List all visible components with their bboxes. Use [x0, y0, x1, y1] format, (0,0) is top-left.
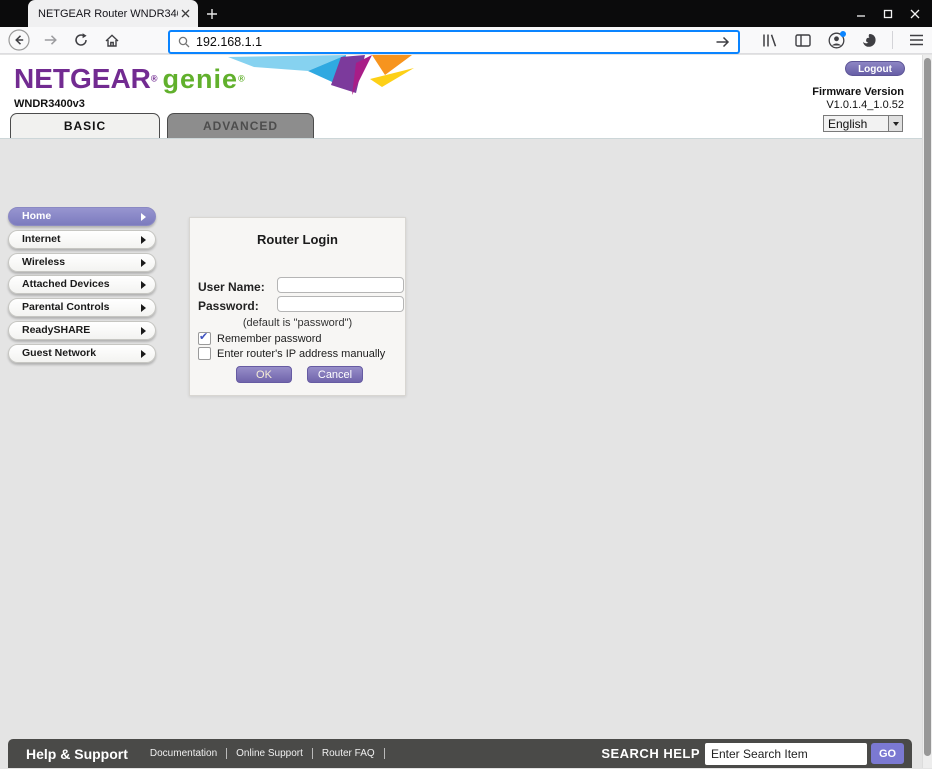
chevron-right-icon	[141, 304, 146, 312]
sidebar-menu: Home Internet Wireless Attached Devices …	[8, 207, 156, 367]
scrollbar-thumb[interactable]	[924, 58, 931, 756]
firmware-label: Firmware Version	[812, 86, 904, 98]
chevron-right-icon	[141, 213, 146, 221]
sidebar-item-readyshare[interactable]: ReadySHARE	[8, 321, 156, 340]
firefox-icon[interactable]	[859, 30, 879, 50]
sidebar-item-label: Wireless	[22, 256, 65, 268]
ok-button[interactable]: OK	[236, 366, 292, 383]
dropdown-arrow-icon	[888, 116, 902, 131]
tab-title: NETGEAR Router WNDR340	[38, 8, 178, 20]
language-value: English	[824, 117, 888, 131]
new-tab-icon[interactable]	[205, 7, 219, 21]
sidebar-item-label: Internet	[22, 233, 61, 245]
sidebar-item-label: Attached Devices	[22, 278, 110, 290]
firmware-version: V1.0.1.4_1.0.52	[812, 99, 904, 111]
sidebar-item-label: Guest Network	[22, 347, 96, 359]
language-select[interactable]: English	[823, 115, 903, 132]
chevron-right-icon	[141, 327, 146, 335]
maximize-icon[interactable]	[881, 7, 895, 21]
tab-close-icon[interactable]	[178, 7, 192, 21]
brand-genie: genie	[163, 64, 239, 94]
minimize-icon[interactable]	[854, 7, 868, 21]
password-field[interactable]	[277, 296, 404, 312]
username-label: User Name:	[198, 280, 265, 294]
chevron-right-icon	[141, 350, 146, 358]
home-icon[interactable]	[101, 29, 123, 51]
logout-button[interactable]: Logout	[845, 61, 905, 76]
chevron-right-icon	[141, 259, 146, 267]
reload-icon[interactable]	[70, 29, 92, 51]
default-password-note: (default is "password")	[190, 317, 405, 329]
cancel-button[interactable]: Cancel	[307, 366, 363, 383]
brand-reg: ®	[151, 74, 158, 84]
account-badge	[840, 31, 846, 37]
menu-icon[interactable]	[906, 30, 926, 50]
account-icon[interactable]	[826, 30, 846, 50]
browser-toolbar: 192.168.1.1	[0, 27, 932, 54]
sidebar-item-label: Home	[22, 210, 51, 222]
tab-basic[interactable]: BASIC	[10, 113, 160, 139]
link-documentation[interactable]: Documentation	[150, 748, 227, 759]
url-bar[interactable]: 192.168.1.1	[168, 30, 740, 54]
page-viewport: NETGEAR®genie® WNDR3400v3 Logout Firmwar…	[0, 55, 922, 768]
url-text: 192.168.1.1	[196, 35, 715, 49]
page-scrollbar[interactable]	[922, 55, 932, 768]
search-help-label: SEARCH HELP	[601, 746, 700, 761]
netgear-genie-logo: NETGEAR®genie®	[14, 63, 245, 95]
router-login-card: Router Login User Name: Password: (defau…	[189, 217, 406, 396]
content-area: Home Internet Wireless Attached Devices …	[0, 138, 922, 769]
help-search-input[interactable]	[705, 743, 867, 765]
close-icon[interactable]	[908, 7, 922, 21]
window-titlebar: NETGEAR Router WNDR340	[0, 0, 932, 27]
sidebar-item-attached-devices[interactable]: Attached Devices	[8, 275, 156, 294]
go-button[interactable]: GO	[871, 743, 904, 764]
sidebar-item-parental-controls[interactable]: Parental Controls	[8, 298, 156, 317]
forward-icon[interactable]	[39, 29, 61, 51]
sidebar-item-home[interactable]: Home	[8, 207, 156, 226]
search-icon	[178, 36, 190, 48]
sidebar-item-wireless[interactable]: Wireless	[8, 253, 156, 272]
sidebar-item-guest-network[interactable]: Guest Network	[8, 344, 156, 363]
login-title: Router Login	[190, 232, 405, 247]
sidebar-item-label: ReadySHARE	[22, 324, 90, 336]
manual-ip-label: Enter router's IP address manually	[217, 348, 385, 360]
remember-password-checkbox[interactable]	[198, 332, 211, 345]
link-online-support[interactable]: Online Support	[236, 748, 313, 759]
manual-ip-checkbox[interactable]	[198, 347, 211, 360]
brand-netgear: NETGEAR	[14, 63, 151, 94]
firmware-info: Firmware Version V1.0.1.4_1.0.52	[812, 86, 904, 111]
library-icon[interactable]	[760, 30, 780, 50]
toolbar-separator	[892, 31, 893, 49]
help-support-footer: Help & Support Documentation Online Supp…	[8, 739, 912, 768]
remember-password-label: Remember password	[217, 333, 322, 345]
sidebar-item-internet[interactable]: Internet	[8, 230, 156, 249]
go-arrow-icon[interactable]	[715, 36, 730, 48]
chevron-right-icon	[141, 281, 146, 289]
sidebar-icon[interactable]	[793, 30, 813, 50]
back-icon[interactable]	[8, 29, 30, 51]
link-router-faq[interactable]: Router FAQ	[322, 748, 385, 759]
password-label: Password:	[198, 299, 259, 313]
tab-advanced[interactable]: ADVANCED	[167, 113, 314, 139]
username-field[interactable]	[277, 277, 404, 293]
sidebar-item-label: Parental Controls	[22, 301, 110, 313]
footer-title: Help & Support	[26, 746, 128, 762]
ribbon-decoration-icon	[228, 55, 416, 101]
chevron-right-icon	[141, 236, 146, 244]
router-model: WNDR3400v3	[14, 98, 85, 110]
browser-tab[interactable]: NETGEAR Router WNDR340	[28, 0, 198, 27]
